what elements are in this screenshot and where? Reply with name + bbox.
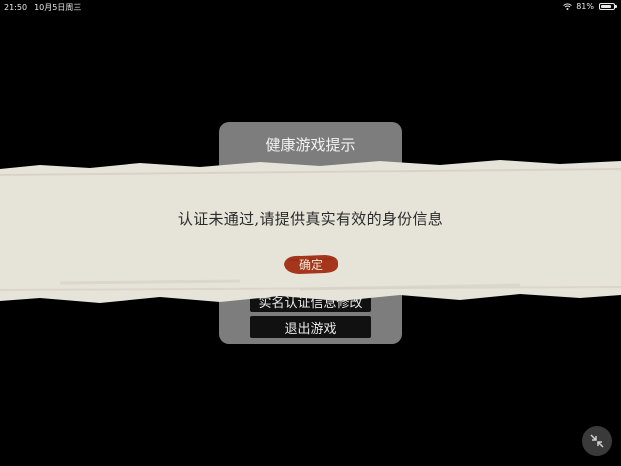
status-time: 21:50 (4, 3, 28, 12)
exit-fullscreen-button[interactable] (582, 426, 612, 456)
brush-stroke-background (0, 160, 621, 303)
collapse-arrows-icon (590, 434, 604, 448)
battery-fill (601, 5, 611, 8)
confirm-button[interactable]: 确定 (281, 252, 341, 276)
dialog-message: 认证未通过,请提供真实有效的身份信息 (177, 210, 444, 228)
status-bar-left: 21:50 10月5日周三 (4, 2, 81, 13)
status-date: 10月5日周三 (34, 3, 82, 12)
exit-game-button[interactable]: 退出游戏 (250, 316, 371, 338)
alert-dialog (0, 155, 621, 307)
status-bar-right: 81% (563, 2, 617, 11)
battery-percent: 81% (576, 2, 594, 11)
battery-icon (599, 3, 617, 10)
wifi-icon (563, 3, 573, 10)
health-panel-title: 健康游戏提示 (265, 136, 356, 154)
status-bar: 21:50 10月5日周三 81% (0, 0, 621, 14)
confirm-label: 确定 (298, 258, 323, 272)
